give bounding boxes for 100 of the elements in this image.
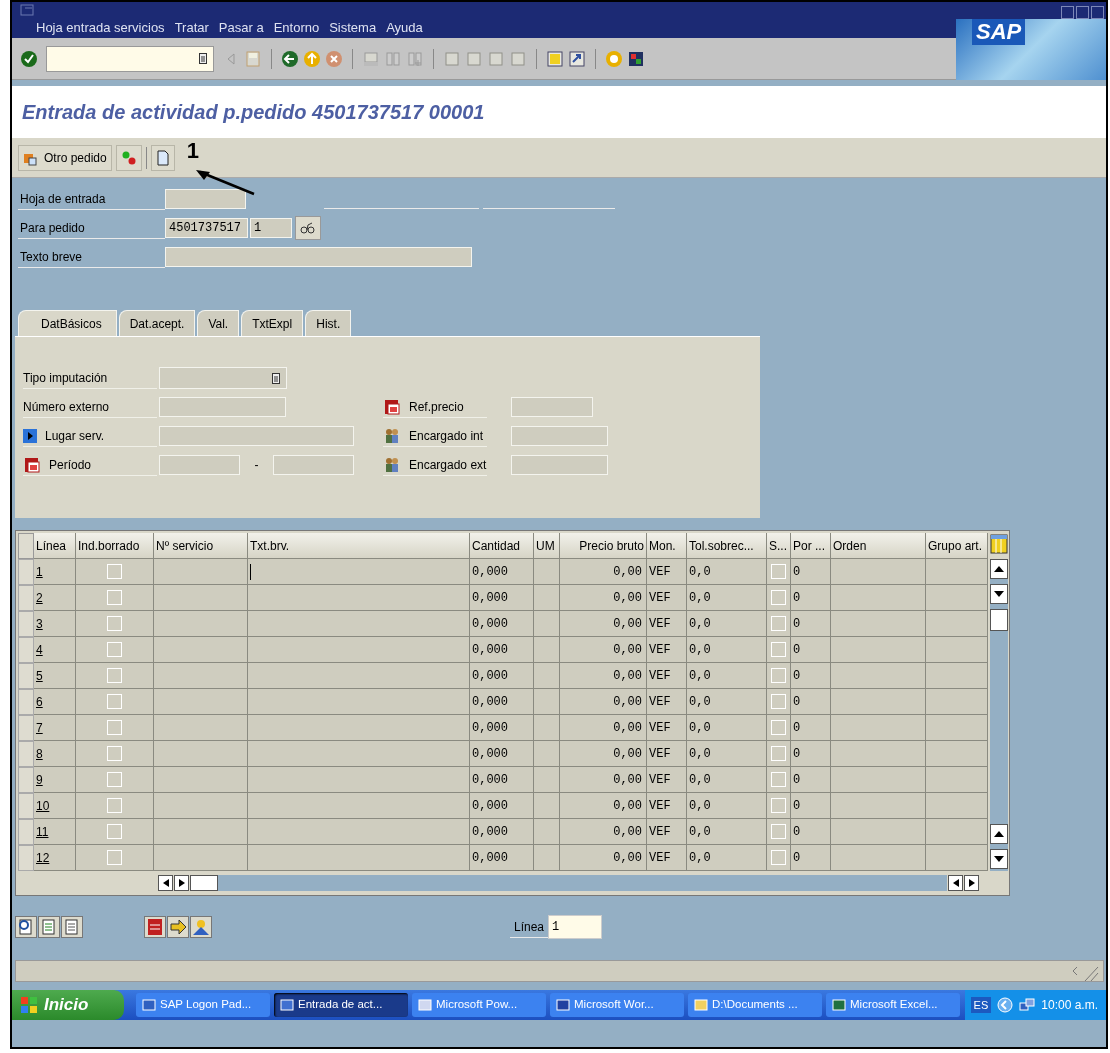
checkbox[interactable] — [107, 746, 122, 761]
checkbox[interactable] — [771, 642, 786, 657]
start-button[interactable]: Inicio — [12, 990, 124, 1020]
line-link[interactable]: 8 — [36, 744, 43, 763]
scroll-up-button[interactable] — [990, 559, 1008, 579]
column-header[interactable]: Línea — [34, 533, 76, 559]
table-cell[interactable] — [248, 611, 470, 637]
window-menu-icon[interactable] — [20, 4, 34, 16]
checkbox[interactable] — [107, 616, 122, 631]
layout-icon[interactable] — [627, 49, 645, 68]
column-header[interactable]: Mon. — [647, 533, 687, 559]
checkbox[interactable] — [107, 772, 122, 787]
input-field[interactable] — [159, 455, 240, 475]
new-session-icon[interactable] — [546, 49, 564, 68]
column-header[interactable]: Ind.borrado — [76, 533, 154, 559]
table-cell[interactable] — [154, 819, 248, 845]
checkbox[interactable] — [107, 798, 122, 813]
column-header[interactable]: Nº servicio — [154, 533, 248, 559]
table-cell[interactable] — [926, 845, 988, 871]
row-selector[interactable] — [18, 637, 34, 663]
tab[interactable]: Dat.acept. — [118, 310, 196, 336]
table-cell[interactable] — [831, 845, 926, 871]
scroll-up-button[interactable] — [990, 824, 1008, 844]
menu-item[interactable]: Ayuda — [386, 18, 423, 38]
calendar-icon[interactable] — [383, 397, 401, 416]
table-cell[interactable] — [154, 689, 248, 715]
row-selector[interactable] — [18, 663, 34, 689]
input-field[interactable] — [511, 426, 608, 446]
checkbox[interactable] — [771, 772, 786, 787]
line-link[interactable]: 7 — [36, 718, 43, 737]
checkbox[interactable] — [107, 590, 122, 605]
table-cell[interactable] — [534, 741, 560, 767]
table-cell[interactable] — [534, 663, 560, 689]
dropdown-icon[interactable] — [199, 53, 207, 64]
enter-icon[interactable] — [20, 49, 38, 68]
scroll-thumb[interactable] — [990, 609, 1008, 631]
table-cell[interactable] — [248, 819, 470, 845]
table-cell[interactable] — [831, 585, 926, 611]
scroll-down-button[interactable] — [990, 584, 1008, 604]
table-cell[interactable] — [534, 689, 560, 715]
line-link[interactable]: 1 — [36, 562, 43, 581]
table-cell[interactable] — [154, 845, 248, 871]
scroll-left-button[interactable] — [158, 875, 173, 891]
line-link[interactable]: 4 — [36, 640, 43, 659]
calendar-icon[interactable] — [23, 455, 41, 474]
column-header[interactable]: Por ... — [791, 533, 831, 559]
tab[interactable]: Val. — [197, 310, 240, 336]
table-cell[interactable] — [154, 637, 248, 663]
table-cell[interactable] — [926, 741, 988, 767]
checkbox[interactable] — [107, 694, 122, 709]
table-cell[interactable] — [248, 585, 470, 611]
checkbox[interactable] — [771, 590, 786, 605]
select-all-button[interactable] — [18, 533, 34, 559]
transfer-icon[interactable] — [167, 916, 189, 938]
details-icon[interactable] — [15, 916, 37, 938]
table-cell[interactable] — [831, 715, 926, 741]
table-cell[interactable] — [248, 663, 470, 689]
checkbox[interactable] — [107, 668, 122, 683]
table-cell[interactable] — [926, 663, 988, 689]
table-cell[interactable] — [248, 767, 470, 793]
table-cell[interactable] — [154, 793, 248, 819]
table-cell[interactable] — [831, 741, 926, 767]
vertical-scrollbar[interactable] — [990, 559, 1008, 871]
table-cell[interactable] — [926, 715, 988, 741]
line-link[interactable]: 6 — [36, 692, 43, 711]
input-field[interactable] — [165, 247, 472, 267]
table-cell[interactable] — [534, 793, 560, 819]
table-cell[interactable] — [154, 611, 248, 637]
table-cell[interactable] — [248, 793, 470, 819]
back-icon[interactable] — [281, 49, 299, 68]
input-field[interactable]: 4501737517 — [165, 218, 248, 238]
shortcut-icon[interactable] — [568, 49, 586, 68]
line-field[interactable]: 1 — [548, 915, 602, 939]
table-cell[interactable] — [248, 559, 470, 585]
checkbox[interactable] — [771, 616, 786, 631]
row-selector[interactable] — [18, 741, 34, 767]
table-cell[interactable] — [154, 585, 248, 611]
table-cell[interactable] — [831, 611, 926, 637]
column-header[interactable]: S... — [767, 533, 791, 559]
table-cell[interactable] — [534, 559, 560, 585]
table-cell[interactable] — [831, 559, 926, 585]
scroll-thumb[interactable] — [190, 875, 218, 891]
taskbar-button[interactable]: Entrada de act... — [274, 993, 408, 1017]
table-cell[interactable] — [831, 767, 926, 793]
line-link[interactable]: 5 — [36, 666, 43, 685]
scroll-left-button[interactable] — [948, 875, 963, 891]
row-selector[interactable] — [18, 845, 34, 871]
table-cell[interactable] — [248, 845, 470, 871]
menu-item[interactable]: Tratar — [174, 18, 209, 38]
column-header[interactable]: Txt.brv. — [248, 533, 470, 559]
scroll-down-button[interactable] — [990, 849, 1008, 869]
checkbox[interactable] — [771, 824, 786, 839]
checkbox[interactable] — [107, 850, 122, 865]
input-field[interactable] — [159, 426, 354, 446]
table-cell[interactable] — [154, 767, 248, 793]
input-field[interactable] — [511, 455, 608, 475]
table-cell[interactable] — [154, 663, 248, 689]
new-document-button[interactable] — [150, 144, 175, 171]
menu-item[interactable]: Sistema — [329, 18, 377, 38]
taskbar-button[interactable]: Microsoft Wor... — [550, 993, 684, 1017]
